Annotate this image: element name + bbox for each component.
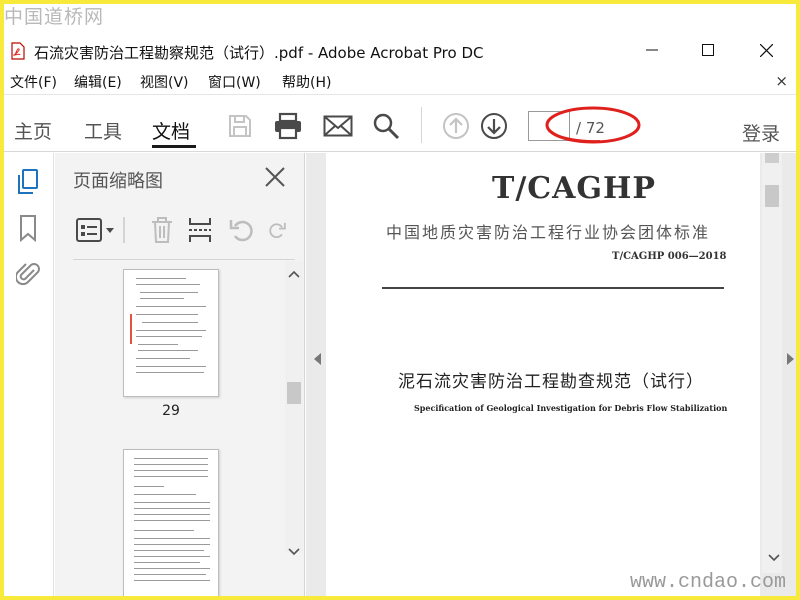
page-thumbnails-panel: 页面缩略图 29 [55, 153, 305, 596]
rotate-right-button[interactable] [267, 215, 287, 245]
delete-icon [152, 217, 172, 243]
scrollbar-thumb[interactable] [287, 382, 301, 404]
attachments-button[interactable] [14, 259, 42, 289]
print-icon [275, 112, 301, 140]
collapse-right-icon[interactable] [786, 353, 794, 365]
window-title: 石流灾害防治工程勘察规范（试行）.pdf - Adobe Acrobat Pro… [34, 44, 484, 62]
minimize-button[interactable] [632, 38, 672, 62]
document-association: 中国地质灾害防治工程行业协会团体标准 [386, 223, 711, 242]
save-icon [229, 115, 251, 137]
page-options-button[interactable] [73, 215, 117, 245]
toolbar: 主页 工具 文档 / 72 登录 [4, 94, 796, 152]
thumbnail-list: 29 [73, 261, 285, 596]
login-link[interactable]: 登录 [742, 119, 780, 146]
tab-home[interactable]: 主页 [14, 117, 52, 144]
tab-tools[interactable]: 工具 [84, 117, 122, 144]
print-button[interactable] [272, 111, 304, 141]
document-scrollbar[interactable] [762, 153, 782, 573]
menu-window[interactable]: 窗口(W) [208, 72, 261, 92]
next-page-button[interactable] [478, 111, 510, 141]
document-rule [382, 287, 724, 289]
menu-bar: 文件(F) 编辑(E) 视图(V) 窗口(W) 帮助(H) × [4, 70, 796, 92]
page-down-icon [481, 113, 507, 139]
delete-page-button[interactable] [147, 215, 177, 245]
red-annotation-ellipse [545, 106, 641, 144]
attachment-icon [16, 263, 40, 286]
tool-separator [123, 217, 125, 243]
rotate-right-icon [269, 222, 286, 239]
save-button[interactable] [224, 111, 256, 141]
thumbnail-toolbar [73, 211, 298, 247]
tab-document[interactable]: 文档 [152, 117, 190, 144]
document-view: T/CAGHP 中国地质灾害防治工程行业协会团体标准 T/CAGHP 006—2… [306, 153, 796, 596]
page-up-icon [443, 113, 469, 139]
search-icon [373, 113, 400, 140]
collapse-left-icon[interactable] [314, 353, 322, 365]
panel-divider [73, 259, 295, 260]
page-thumbnail[interactable] [123, 449, 219, 596]
scrollbar-top [765, 153, 779, 163]
scroll-down-icon[interactable] [768, 551, 780, 563]
menu-view[interactable]: 视图(V) [140, 72, 189, 92]
page-options-icon [76, 218, 114, 242]
page-thumbnail[interactable] [123, 269, 219, 397]
pdf-page: T/CAGHP 中国地质灾害防治工程行业协会团体标准 T/CAGHP 006—2… [326, 153, 760, 596]
rotate-left-icon [229, 220, 253, 242]
document-standard-number: T/CAGHP 006—2018 [612, 251, 727, 262]
watermark-top: 中国道桥网 [4, 6, 105, 28]
previous-page-button[interactable] [440, 111, 472, 141]
page-thumbnails-button[interactable] [14, 167, 42, 197]
close-panel-button[interactable] [263, 165, 287, 189]
menu-edit[interactable]: 编辑(E) [74, 72, 122, 92]
document-title-en: Specification of Geological Investigatio… [414, 403, 728, 413]
toolbar-separator [421, 107, 422, 143]
insert-page-button[interactable] [185, 215, 215, 245]
watermark-bottom: www.cndao.com [629, 571, 786, 594]
title-bar: 石流灾害防治工程勘察规范（试行）.pdf - Adobe Acrobat Pro… [4, 32, 796, 66]
close-icon [265, 167, 285, 187]
thumbnail-scrollbar[interactable] [285, 261, 303, 556]
document-title-cn: 泥石流灾害防治工程勘查规范（试行） [398, 372, 704, 392]
panel-title: 页面缩略图 [73, 171, 163, 192]
thumbnail-page-label: 29 [162, 403, 180, 419]
email-icon [323, 115, 353, 137]
bookmarks-button[interactable] [14, 213, 42, 243]
close-document-button[interactable]: × [775, 72, 788, 90]
scroll-up-icon[interactable] [288, 269, 300, 281]
rotate-left-button[interactable] [227, 215, 257, 245]
maximize-button[interactable] [688, 38, 728, 62]
active-tab-indicator [152, 145, 196, 148]
scroll-down-icon[interactable] [288, 545, 300, 557]
maximize-icon [702, 44, 714, 56]
email-button[interactable] [322, 111, 354, 141]
scrollbar-thumb[interactable] [765, 185, 779, 207]
menu-help[interactable]: 帮助(H) [282, 72, 331, 92]
pdf-file-icon [10, 42, 26, 60]
search-button[interactable] [370, 111, 402, 141]
document-code: T/CAGHP [492, 171, 656, 206]
close-icon [759, 43, 773, 57]
bookmark-icon [20, 215, 36, 242]
minimize-icon [646, 49, 658, 51]
insert-icon [189, 218, 211, 242]
navigation-rail [4, 153, 54, 596]
close-window-button[interactable] [746, 38, 786, 62]
acrobat-window: 石流灾害防治工程勘察规范（试行）.pdf - Adobe Acrobat Pro… [4, 4, 796, 596]
page-thumbnails-icon [18, 169, 38, 194]
menu-file[interactable]: 文件(F) [10, 72, 57, 92]
